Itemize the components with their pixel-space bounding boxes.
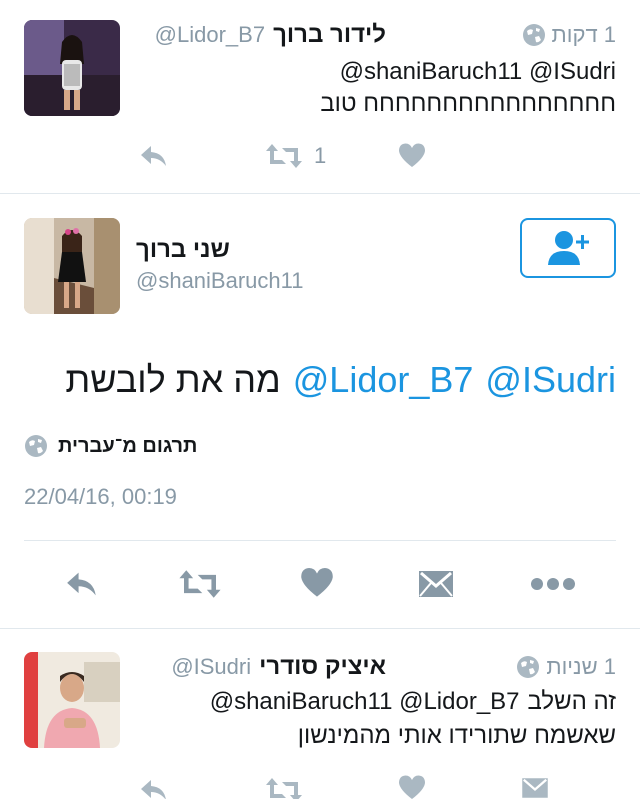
globe-icon xyxy=(522,23,546,47)
reply-icon[interactable] xyxy=(138,776,170,799)
envelope-icon[interactable] xyxy=(520,776,550,799)
mention-lidor[interactable]: @Lidor_B7 xyxy=(293,358,474,402)
translate-label[interactable]: תרגום מ־עברית xyxy=(58,435,197,458)
globe-icon xyxy=(516,655,540,679)
handle[interactable]: @Lidor_B7 xyxy=(155,22,265,48)
tweet-line: @shaniBaruch11 @Lidor_B7 זה השלב xyxy=(136,686,616,718)
divider xyxy=(0,193,640,194)
display-name[interactable]: איציק סודרי xyxy=(259,653,386,681)
reply-icon[interactable] xyxy=(138,142,170,170)
tweet-text: חחחחחחחחחחחחחחחח טוב xyxy=(320,90,616,117)
display-name[interactable]: שני ברוך xyxy=(136,236,436,264)
envelope-icon[interactable] xyxy=(418,568,454,600)
tweet-mentions[interactable]: @shaniBaruch11 @Lidor_B7 xyxy=(210,686,520,718)
avatar-lidor[interactable] xyxy=(24,20,120,116)
retweet-icon[interactable] xyxy=(264,776,304,799)
add-user-icon[interactable] xyxy=(544,229,592,267)
retweet-icon[interactable] xyxy=(176,568,224,600)
heart-icon[interactable] xyxy=(300,566,334,598)
retweet-button[interactable]: 1 xyxy=(264,142,326,170)
tweet-timestamp[interactable]: 22/04/16, 00:19 xyxy=(24,484,177,510)
reply-icon[interactable] xyxy=(62,568,102,600)
handle[interactable]: @ISudri xyxy=(171,654,251,680)
more-icon[interactable] xyxy=(530,576,576,592)
retweet-icon[interactable] xyxy=(264,142,304,170)
avatar-shani[interactable] xyxy=(24,218,120,314)
translate-link[interactable]: תרגום מ־עברית xyxy=(24,434,197,458)
display-name[interactable]: לידור ברוך xyxy=(273,21,386,49)
mention-isudri[interactable]: @ISudri xyxy=(485,358,616,402)
tweet-time: 1 שניות xyxy=(546,654,616,679)
globe-icon xyxy=(24,434,48,458)
handle[interactable]: @shaniBaruch11 xyxy=(136,268,303,294)
divider xyxy=(0,628,640,629)
tweet-time: 1 דקות xyxy=(551,22,616,47)
tweet-text: מה את לובשת xyxy=(65,359,281,400)
avatar-isudri[interactable] xyxy=(24,652,120,748)
follow-button[interactable] xyxy=(520,218,616,278)
heart-icon[interactable] xyxy=(398,774,426,799)
heart-icon[interactable] xyxy=(398,142,426,168)
tweet-body: מה את לובשת @Lidor_B7 @ISudri xyxy=(24,358,616,402)
tweet-text: שאשמח שתורידו אותי מהמינשון xyxy=(297,722,616,749)
tweet-mentions[interactable]: @shaniBaruch11 @ISudri xyxy=(136,56,616,88)
retweet-count: 1 xyxy=(314,143,327,168)
tweet-text: זה השלב xyxy=(527,688,616,715)
divider xyxy=(24,540,616,541)
